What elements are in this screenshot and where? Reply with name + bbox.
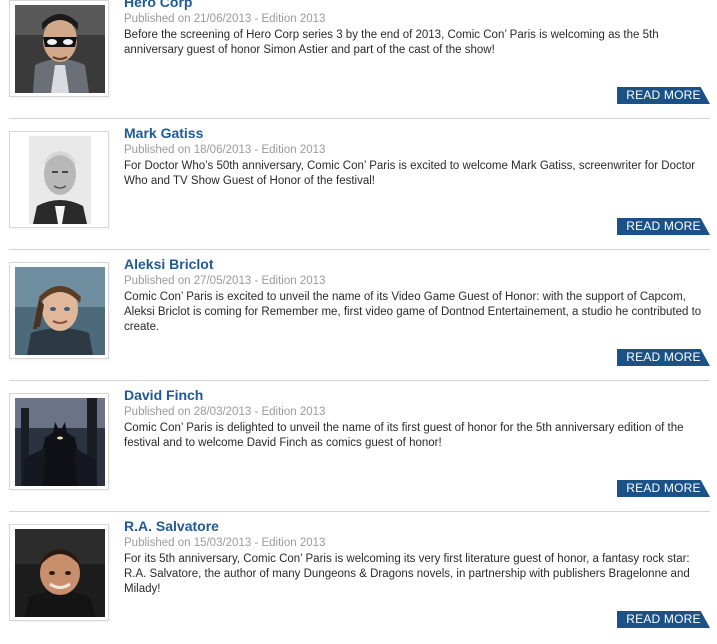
divider <box>9 249 710 250</box>
news-item: Aleksi Briclot Published on 27/05/2013 -… <box>0 251 717 382</box>
news-meta: Published on 21/06/2013 - Edition 2013 <box>124 13 326 25</box>
mark-gatiss-photo <box>29 136 91 224</box>
news-excerpt: Comic Con’ Paris is delighted to unveil … <box>124 422 684 449</box>
divider <box>9 380 710 381</box>
news-title[interactable]: Mark Gatiss <box>124 125 203 141</box>
news-excerpt: For Doctor Who’s 50th anniversary, Comic… <box>124 160 696 187</box>
ra-salvatore-photo <box>15 529 105 617</box>
aleksi-briclot-photo <box>15 267 105 355</box>
news-meta: Published on 27/05/2013 - Edition 2013 <box>124 275 326 287</box>
news-thumbnail[interactable] <box>9 0 109 97</box>
news-list: Hero Corp Published on 21/06/2013 - Edit… <box>0 0 717 644</box>
news-excerpt: Comic Con’ Paris is excited to unveil th… <box>124 291 702 333</box>
news-title[interactable]: David Finch <box>124 387 203 403</box>
read-more-button[interactable]: READ MORE <box>617 87 710 104</box>
news-item: R.A. Salvatore Published on 15/03/2013 -… <box>0 513 717 644</box>
news-excerpt: Before the screening of Hero Corp series… <box>124 29 659 56</box>
news-thumbnail[interactable] <box>9 393 109 490</box>
news-thumbnail[interactable] <box>9 524 109 621</box>
news-title[interactable]: Hero Corp <box>124 0 192 10</box>
divider <box>9 511 710 512</box>
news-item: Hero Corp Published on 21/06/2013 - Edit… <box>0 0 717 120</box>
news-title[interactable]: R.A. Salvatore <box>124 518 219 534</box>
news-item: Mark Gatiss Published on 18/06/2013 - Ed… <box>0 120 717 251</box>
news-thumbnail[interactable] <box>9 262 109 359</box>
news-meta: Published on 18/06/2013 - Edition 2013 <box>124 144 326 156</box>
read-more-button[interactable]: READ MORE <box>617 349 710 366</box>
read-more-button[interactable]: READ MORE <box>617 480 710 497</box>
divider <box>9 118 710 119</box>
read-more-button[interactable]: READ MORE <box>617 611 710 628</box>
news-thumbnail[interactable] <box>9 131 109 228</box>
news-item: David Finch Published on 28/03/2013 - Ed… <box>0 382 717 513</box>
news-meta: Published on 15/03/2013 - Edition 2013 <box>124 537 326 549</box>
news-meta: Published on 28/03/2013 - Edition 2013 <box>124 406 326 418</box>
news-excerpt: For its 5th anniversary, Comic Con’ Pari… <box>124 553 690 595</box>
news-title[interactable]: Aleksi Briclot <box>124 256 213 272</box>
david-finch-artwork <box>15 398 105 486</box>
hero-corp-photo <box>15 5 105 93</box>
read-more-button[interactable]: READ MORE <box>617 218 710 235</box>
